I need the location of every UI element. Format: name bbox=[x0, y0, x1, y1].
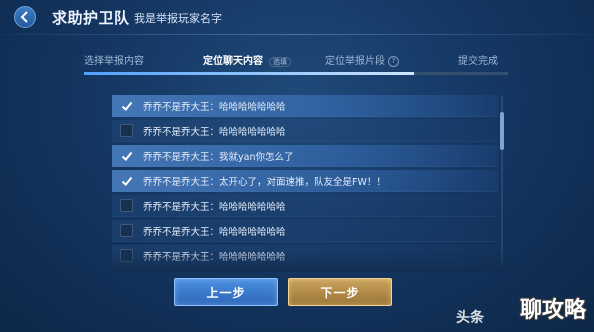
chat-message-text: 乔乔不是乔大王：哈哈哈哈哈哈哈 bbox=[143, 226, 286, 238]
header-divider bbox=[0, 34, 594, 35]
checkbox[interactable] bbox=[120, 199, 133, 212]
watermark-source: 头条 bbox=[456, 310, 484, 326]
step-select-content: 选择举报内容 bbox=[84, 52, 144, 67]
checkbox[interactable] bbox=[120, 224, 133, 237]
checkbox[interactable] bbox=[120, 149, 133, 162]
reported-player-name: 我是举报玩家名字 bbox=[134, 12, 222, 25]
checkmark-icon bbox=[121, 101, 132, 111]
help-icon[interactable]: ? bbox=[388, 56, 399, 67]
chat-message-text: 乔乔不是乔大王：太开心了，对面速推，队友全是FW！！ bbox=[143, 176, 386, 188]
scrollbar-thumb[interactable] bbox=[500, 112, 504, 150]
chat-message-list[interactable]: 乔乔不是乔大王：哈哈哈哈哈哈哈 乔乔不是乔大王：哈哈哈哈哈哈哈 乔乔不是乔大王：… bbox=[112, 93, 504, 271]
chat-message-text: 乔乔不是乔大王：哈哈哈哈哈哈哈 bbox=[143, 251, 286, 263]
chat-message-text: 乔乔不是乔大王：我就yan你怎么了 bbox=[143, 151, 294, 163]
checkmark-icon bbox=[121, 151, 132, 161]
chat-row[interactable]: 乔乔不是乔大王：太开心了，对面速推，队友全是FW！！ bbox=[112, 170, 498, 192]
step-locate-clip: 定位举报片段? bbox=[325, 52, 399, 67]
step-submit: 提交完成 bbox=[458, 52, 498, 67]
next-step-button[interactable]: 下一步 bbox=[288, 278, 392, 306]
optional-badge: 选填 bbox=[269, 57, 291, 67]
chat-message-text: 乔乔不是乔大王：哈哈哈哈哈哈哈 bbox=[143, 201, 286, 213]
back-button[interactable] bbox=[14, 6, 36, 28]
checkbox[interactable] bbox=[120, 99, 133, 112]
step-label: 选择举报内容 bbox=[84, 56, 144, 67]
chat-row[interactable]: 乔乔不是乔大王：哈哈哈哈哈哈哈 bbox=[112, 120, 498, 142]
chat-message-text: 乔乔不是乔大王：哈哈哈哈哈哈哈 bbox=[143, 126, 286, 138]
previous-step-button[interactable]: 上一步 bbox=[174, 278, 278, 306]
header-bar: 求助护卫队 我是举报玩家名字 bbox=[0, 0, 594, 34]
chat-row[interactable]: 乔乔不是乔大王：哈哈哈哈哈哈哈 bbox=[112, 95, 498, 117]
progress-fill bbox=[84, 72, 414, 75]
page-title: 求助护卫队 bbox=[52, 9, 130, 27]
checkbox[interactable] bbox=[120, 249, 133, 262]
checkmark-icon bbox=[121, 176, 132, 186]
step-label: 提交完成 bbox=[458, 56, 498, 67]
watermark-logo: 聊攻略 bbox=[520, 298, 587, 323]
step-label: 定位举报片段 bbox=[325, 56, 385, 67]
step-label: 定位聊天内容 bbox=[203, 56, 263, 67]
chat-row[interactable]: 乔乔不是乔大王：哈哈哈哈哈哈哈 bbox=[112, 220, 498, 242]
step-locate-chat: 定位聊天内容 选填 bbox=[203, 52, 291, 67]
chat-message-text: 乔乔不是乔大王：哈哈哈哈哈哈哈 bbox=[143, 101, 286, 113]
chevron-left-icon bbox=[20, 11, 28, 23]
checkbox[interactable] bbox=[120, 174, 133, 187]
chat-row[interactable]: 乔乔不是乔大王：哈哈哈哈哈哈哈 bbox=[112, 245, 498, 267]
chat-row[interactable]: 乔乔不是乔大王：哈哈哈哈哈哈哈 bbox=[112, 195, 498, 217]
chat-row[interactable]: 乔乔不是乔大王：我就yan你怎么了 bbox=[112, 145, 498, 167]
checkbox[interactable] bbox=[120, 124, 133, 137]
